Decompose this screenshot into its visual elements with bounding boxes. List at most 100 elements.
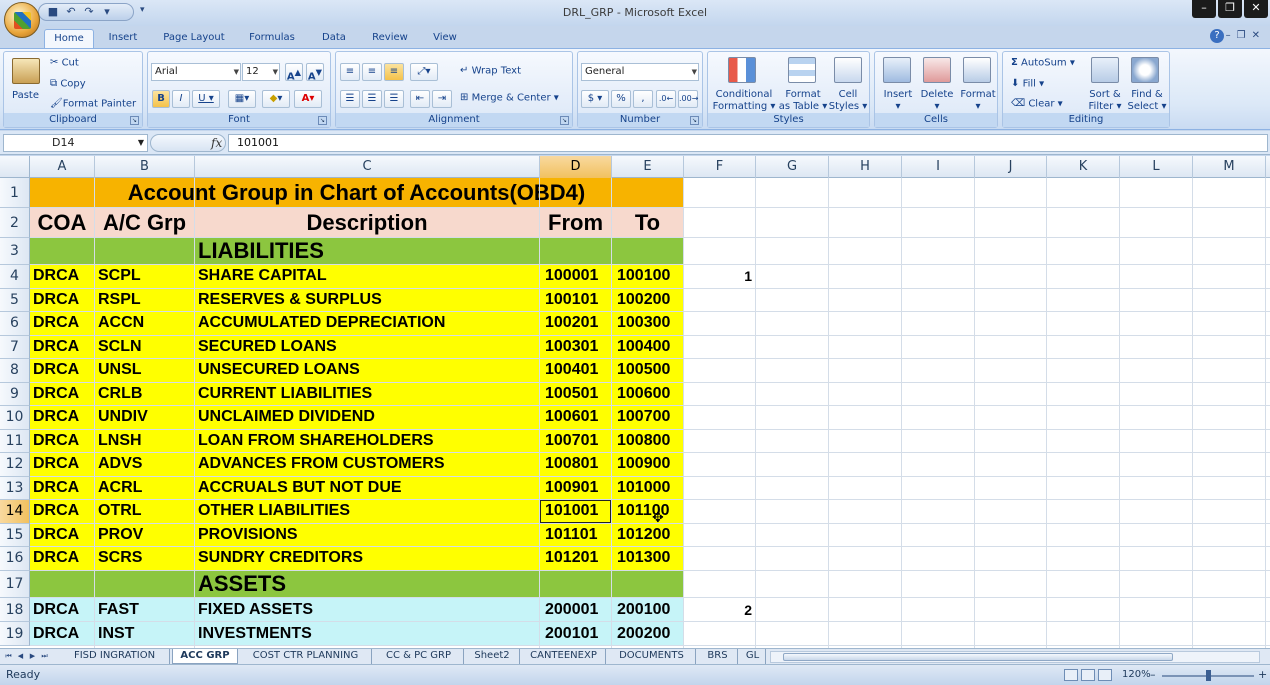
data-cell[interactable]: RSPL: [95, 288, 195, 312]
data-cell[interactable]: 100801: [540, 453, 612, 477]
close-button[interactable]: ✕: [1244, 0, 1268, 18]
data-cell[interactable]: LOAN FROM SHAREHOLDERS: [195, 429, 540, 453]
row-header-12[interactable]: 12: [0, 453, 30, 477]
data-cell[interactable]: ACCRUALS BUT NOT DUE: [195, 476, 540, 500]
number-format-select[interactable]: General ▼: [581, 63, 699, 81]
data-cell[interactable]: 100900: [612, 453, 684, 477]
data-cell[interactable]: ACRL: [95, 476, 195, 500]
cell-f4[interactable]: 1: [684, 265, 752, 289]
section-cell[interactable]: [95, 570, 195, 598]
conditional-formatting-button[interactable]: Conditional Formatting ▾: [712, 89, 776, 113]
data-cell[interactable]: DRCA: [30, 406, 95, 430]
header-cell-ac-grp[interactable]: A/C Grp: [95, 208, 195, 238]
sheet-tab-documents[interactable]: DOCUMENTS: [608, 649, 696, 664]
page-layout-view-button[interactable]: [1081, 669, 1095, 681]
row-header-11[interactable]: 11: [0, 429, 30, 453]
data-cell[interactable]: SCPL: [95, 265, 195, 289]
sheet-tab-sheet2[interactable]: Sheet2: [465, 649, 520, 664]
find-select-button[interactable]: Find & Select ▾: [1125, 89, 1169, 113]
data-cell[interactable]: 100901: [540, 476, 612, 500]
row-header-1[interactable]: 1: [0, 178, 30, 208]
data-cell[interactable]: SCRS: [95, 547, 195, 571]
format-as-table-button[interactable]: Format as Table ▾: [778, 89, 828, 113]
data-cell[interactable]: 100601: [540, 406, 612, 430]
data-cell[interactable]: UNDIV: [95, 406, 195, 430]
tab-view[interactable]: View: [424, 29, 466, 48]
office-button[interactable]: [4, 2, 40, 38]
increase-indent-button[interactable]: ⇥: [432, 90, 452, 108]
format-painter-button[interactable]: 🖌Format Painter: [50, 98, 136, 110]
sheet-tab-acc-grp[interactable]: ACC GRP: [172, 649, 238, 664]
scrollbar-thumb[interactable]: [783, 653, 1173, 661]
data-cell[interactable]: DRCA: [30, 335, 95, 359]
section-cell[interactable]: [30, 238, 95, 265]
help-icon[interactable]: ?: [1210, 29, 1224, 43]
paste-icon[interactable]: [12, 58, 40, 84]
data-cell[interactable]: INVESTMENTS: [195, 621, 540, 646]
italic-button[interactable]: I: [172, 90, 190, 108]
normal-view-button[interactable]: [1064, 669, 1078, 681]
shrink-font-button[interactable]: A▼: [306, 63, 324, 82]
data-cell[interactable]: 100300: [612, 312, 684, 336]
section-label-liabilities[interactable]: LIABILITIES: [195, 238, 540, 265]
zoom-in-icon[interactable]: +: [1258, 668, 1267, 681]
fill-color-button[interactable]: ◆▾: [262, 90, 290, 108]
cell-f18[interactable]: 2: [684, 598, 752, 622]
data-cell[interactable]: SCLN: [95, 335, 195, 359]
data-cell[interactable]: FAST: [95, 597, 195, 622]
percent-button[interactable]: %: [611, 90, 631, 108]
font-color-button[interactable]: A▾: [294, 90, 322, 108]
column-header-h[interactable]: H: [829, 156, 902, 178]
currency-button[interactable]: $ ▾: [581, 90, 609, 108]
data-cell[interactable]: PROV: [95, 523, 195, 547]
data-cell[interactable]: ACCUMULATED DEPRECIATION: [195, 312, 540, 336]
data-cell[interactable]: 101001: [540, 500, 612, 524]
decrease-decimal-button[interactable]: .00→: [678, 90, 698, 108]
row-header-4[interactable]: 4: [0, 265, 30, 289]
header-cell-to[interactable]: To: [612, 208, 684, 238]
font-name-select[interactable]: Arial ▼: [151, 63, 241, 81]
column-header-g[interactable]: G: [756, 156, 829, 178]
data-cell[interactable]: 101101: [540, 523, 612, 547]
copy-button[interactable]: ⧉ Copy: [50, 78, 86, 90]
last-sheet-icon[interactable]: ⏭: [40, 651, 49, 662]
column-header-k[interactable]: K: [1047, 156, 1120, 178]
data-cell[interactable]: OTRL: [95, 500, 195, 524]
data-cell[interactable]: DRCA: [30, 359, 95, 383]
data-cell[interactable]: SUNDRY CREDITORS: [195, 547, 540, 571]
data-cell[interactable]: DRCA: [30, 500, 95, 524]
data-cell[interactable]: UNSL: [95, 359, 195, 383]
data-cell[interactable]: 100800: [612, 429, 684, 453]
data-cell[interactable]: SECURED LOANS: [195, 335, 540, 359]
sheet-tab-brs[interactable]: BRS: [698, 649, 738, 664]
column-header-l[interactable]: L: [1120, 156, 1193, 178]
column-header-i[interactable]: I: [902, 156, 975, 178]
zoom-out-icon[interactable]: –: [1150, 668, 1156, 681]
data-cell[interactable]: DRCA: [30, 621, 95, 646]
data-cell[interactable]: DRCA: [30, 288, 95, 312]
next-sheet-icon[interactable]: ▶: [28, 651, 37, 662]
row-header-5[interactable]: 5: [0, 288, 30, 312]
data-cell[interactable]: 200100: [612, 597, 684, 622]
data-cell[interactable]: 101100: [612, 500, 684, 524]
data-cell[interactable]: DRCA: [30, 597, 95, 622]
data-cell[interactable]: DRCA: [30, 547, 95, 571]
grow-font-button[interactable]: A▲: [285, 63, 303, 82]
section-cell[interactable]: [95, 238, 195, 265]
tab-data[interactable]: Data: [312, 29, 356, 48]
column-header-j[interactable]: J: [975, 156, 1047, 178]
data-cell[interactable]: RESERVES & SURPLUS: [195, 288, 540, 312]
row-header-2[interactable]: 2: [0, 208, 30, 238]
tab-home[interactable]: Home: [44, 29, 94, 48]
row-header-10[interactable]: 10: [0, 406, 30, 430]
tab-formulas[interactable]: Formulas: [242, 29, 302, 48]
data-cell[interactable]: DRCA: [30, 312, 95, 336]
data-cell[interactable]: ADVANCES FROM CUSTOMERS: [195, 453, 540, 477]
zoom-slider-knob[interactable]: [1206, 670, 1211, 681]
data-cell[interactable]: UNSECURED LOANS: [195, 359, 540, 383]
data-cell[interactable]: LNSH: [95, 429, 195, 453]
data-cell[interactable]: 100100: [612, 265, 684, 289]
data-cell[interactable]: 200101: [540, 621, 612, 646]
row-header-18[interactable]: 18: [0, 597, 30, 622]
tab-review[interactable]: Review: [364, 29, 416, 48]
